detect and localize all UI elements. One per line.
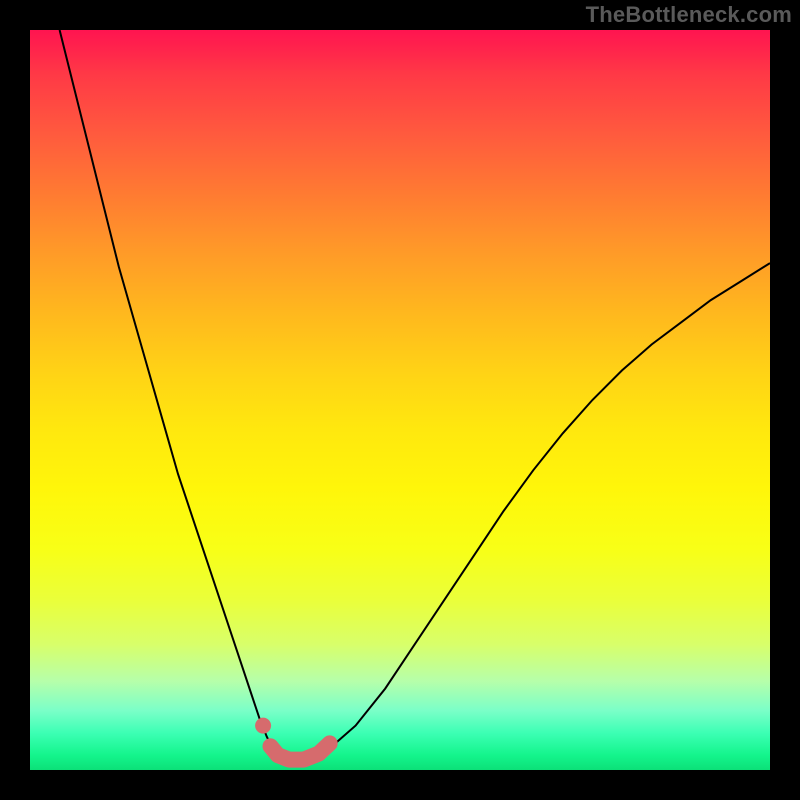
highlight-dot-icon bbox=[255, 718, 271, 734]
highlight-segment bbox=[271, 743, 330, 759]
watermark-text: TheBottleneck.com bbox=[586, 2, 792, 28]
chart-frame: TheBottleneck.com bbox=[0, 0, 800, 800]
bottleneck-curve bbox=[60, 30, 770, 761]
chart-svg bbox=[30, 30, 770, 770]
